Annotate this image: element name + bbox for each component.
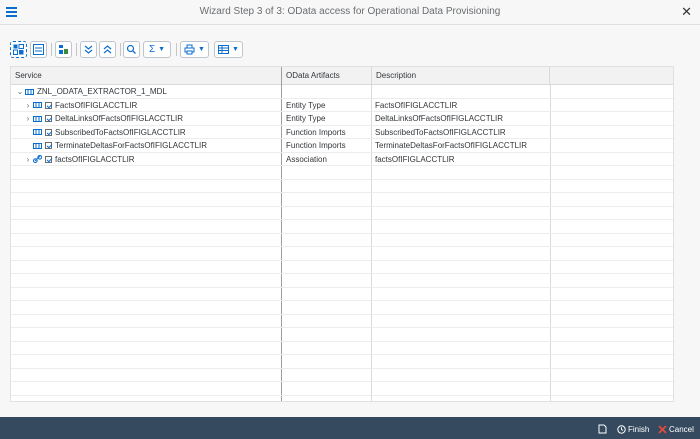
expand-all-button[interactable]	[80, 41, 97, 58]
cancel-button[interactable]: Cancel	[658, 423, 694, 435]
service-cell: FactsOfIFIGLACCTLIR	[55, 100, 138, 110]
close-icon[interactable]: ✕	[681, 4, 692, 20]
chevron-down-icon: ▼	[158, 46, 166, 53]
description-cell: FactsOfIFIGLACCTLIR	[375, 100, 458, 110]
artifact-cell: Function Imports	[286, 127, 346, 137]
empty-row	[11, 301, 673, 315]
row-checkbox[interactable]	[45, 101, 52, 109]
empty-row	[11, 234, 673, 247]
page-button[interactable]	[598, 423, 609, 435]
search-icon	[126, 44, 136, 54]
cancel-label: Cancel	[669, 424, 694, 434]
print-dropdown-button[interactable]: ▼	[180, 41, 209, 58]
empty-row	[11, 220, 673, 234]
empty-row	[11, 180, 673, 193]
collapse-all-button[interactable]	[99, 41, 116, 58]
finish-button[interactable]: Finish	[617, 423, 649, 435]
service-tree-grid: Service OData Artifacts Description ⌄ ZNL…	[10, 66, 674, 402]
column-header-service[interactable]: Service	[11, 67, 282, 85]
empty-row	[11, 261, 673, 274]
artifact-cell: Entity Type	[286, 100, 326, 110]
chevron-right-icon[interactable]: ›	[24, 99, 32, 112]
column-header-description[interactable]: Description	[372, 67, 550, 85]
description-cell: DeltaLinksOfFactsOfIFIGLACCTLIR	[375, 114, 504, 123]
empty-row	[11, 274, 673, 288]
artifact-cell: Entity Type	[286, 114, 326, 123]
empty-row	[11, 247, 673, 261]
sum-dropdown-button[interactable]: Σ ▼	[143, 41, 171, 58]
table-row[interactable]: › FactsOfIFIGLACCTLIR Entity Type FactsOf…	[11, 99, 673, 112]
column-header-odata-artifacts[interactable]: OData Artifacts	[282, 67, 372, 85]
empty-row	[11, 328, 673, 342]
chevron-down-icon[interactable]: ⌄	[16, 85, 24, 98]
clock-icon	[617, 424, 626, 434]
details-icon	[13, 44, 24, 55]
chevron-right-icon[interactable]: ›	[24, 153, 32, 166]
service-cell: SubscribedToFactsOfIFIGLACCTLIR	[55, 127, 186, 137]
root-service-label: ZNL_ODATA_EXTRACTOR_1_MDL	[37, 87, 167, 96]
table-layout-icon	[218, 45, 230, 54]
grid-header: Service OData Artifacts Description	[11, 67, 673, 85]
title-bar: Wizard Step 3 of 3: OData access for Ope…	[0, 0, 700, 25]
description-cell: TerminateDeltasForFactsOfIFIGLACCTLIR	[375, 141, 528, 150]
details-button[interactable]	[10, 41, 27, 58]
row-checkbox[interactable]	[45, 142, 52, 150]
empty-row	[11, 355, 673, 369]
empty-row	[11, 288, 673, 301]
sum-icon: Σ	[148, 44, 156, 55]
artifact-cell: Association	[286, 154, 327, 164]
window-title: Wizard Step 3 of 3: OData access for Ope…	[199, 6, 501, 17]
table-row[interactable]: TerminateDeltasForFactsOfIFIGLACCTLIR Fu…	[11, 139, 673, 153]
entity-set-icon	[33, 115, 42, 122]
description-cell: factsOfIFIGLACCTLIR	[375, 154, 455, 164]
collapse-all-icon	[103, 45, 112, 54]
document-icon	[598, 424, 607, 434]
entity-set-icon	[33, 102, 42, 109]
print-icon	[184, 44, 195, 55]
service-cell: TerminateDeltasForFactsOfIFIGLACCTLIR	[55, 141, 208, 150]
table-row[interactable]: SubscribedToFactsOfIFIGLACCTLIR Function…	[11, 126, 673, 139]
description-cell: SubscribedToFactsOfIFIGLACCTLIR	[375, 127, 506, 137]
empty-row	[11, 382, 673, 396]
row-checkbox[interactable]	[45, 115, 52, 123]
list-icon	[33, 44, 44, 55]
empty-row	[11, 193, 673, 207]
empty-row	[11, 315, 673, 328]
table-row[interactable]: › DeltaLinksOfFactsOfIFIGLACCTLIR Entity …	[11, 112, 673, 126]
hierarchy-icon	[59, 45, 68, 54]
entity-set-icon	[33, 142, 42, 149]
link-icon	[33, 155, 42, 164]
entity-set-icon	[33, 129, 42, 136]
search-button[interactable]	[123, 41, 140, 58]
cancel-icon	[658, 424, 667, 434]
footer-bar: Finish Cancel	[0, 417, 700, 439]
empty-row	[11, 342, 673, 355]
table-row[interactable]: › factsOfIFIGLACCTLIR Association factsOf…	[11, 153, 673, 166]
empty-row	[11, 166, 673, 180]
finish-label: Finish	[628, 424, 650, 434]
row-checkbox[interactable]	[45, 128, 52, 136]
service-cell: DeltaLinksOfFactsOfIFIGLACCTLIR	[55, 114, 184, 123]
toolbar: Σ ▼ ▼ ▼	[0, 36, 700, 62]
row-checkbox[interactable]	[45, 155, 52, 163]
chevron-down-icon: ▼	[198, 46, 205, 53]
chevron-down-icon: ▼	[232, 46, 239, 53]
hierarchy-button[interactable]	[55, 41, 72, 58]
empty-row	[11, 207, 673, 220]
expand-all-icon	[84, 45, 93, 54]
chevron-right-icon[interactable]: ›	[24, 112, 32, 125]
layout-dropdown-button[interactable]: ▼	[214, 41, 243, 58]
entity-set-icon	[25, 88, 34, 95]
tree-row-root[interactable]: ⌄ ZNL_ODATA_EXTRACTOR_1_MDL	[11, 85, 673, 99]
list-view-button[interactable]	[30, 41, 47, 58]
service-cell: factsOfIFIGLACCTLIR	[55, 154, 135, 164]
empty-row	[11, 396, 673, 402]
artifact-cell: Function Imports	[286, 141, 346, 150]
empty-row	[11, 369, 673, 382]
